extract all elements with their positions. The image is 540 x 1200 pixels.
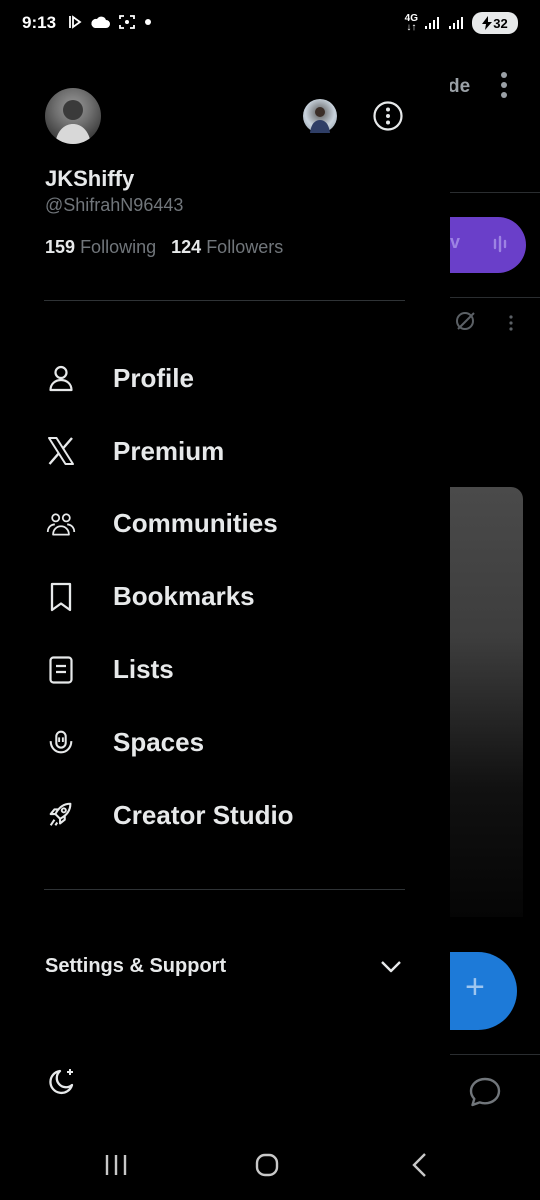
navigation-drawer: JKShiffy @ShifrahN96443 159 Following 12… bbox=[0, 52, 450, 1132]
follow-stats: 159 Following 124 Followers bbox=[45, 237, 283, 258]
list-icon bbox=[46, 655, 76, 685]
background-divider bbox=[448, 192, 540, 193]
menu-label: Communities bbox=[113, 508, 278, 539]
background-spaces-pill[interactable]: v bbox=[448, 217, 526, 273]
status-system-icons: 4G ↓↑ 32 bbox=[405, 12, 518, 34]
signal-icon-2 bbox=[448, 16, 466, 30]
battery-indicator: 32 bbox=[472, 12, 518, 34]
battery-level: 32 bbox=[493, 15, 508, 31]
display-mode-button[interactable] bbox=[46, 1066, 78, 1098]
user-handle[interactable]: @ShifrahN96443 bbox=[45, 195, 183, 216]
menu-item-premium[interactable]: Premium bbox=[0, 415, 450, 488]
charging-bolt-icon bbox=[482, 16, 493, 30]
plus-icon: + bbox=[465, 968, 485, 1006]
background-post-media[interactable] bbox=[448, 487, 523, 917]
communities-icon bbox=[46, 509, 76, 539]
background-timeline[interactable]: de v + bbox=[448, 52, 540, 1132]
recent-apps-icon bbox=[105, 1155, 127, 1175]
menu-label: Lists bbox=[113, 654, 174, 685]
moon-sparkle-icon bbox=[49, 1069, 74, 1095]
status-bar: 9:13 4G ↓↑ 32 bbox=[0, 0, 540, 52]
background-more-icon[interactable] bbox=[500, 70, 508, 100]
followers-link[interactable]: 124 Followers bbox=[171, 237, 283, 257]
menu-label: Profile bbox=[113, 362, 194, 393]
menu-item-lists[interactable]: Lists bbox=[0, 633, 450, 706]
post-more-icon[interactable] bbox=[508, 315, 514, 331]
status-time: 9:13 bbox=[22, 13, 57, 32]
bookmark-icon bbox=[46, 582, 76, 612]
compose-button[interactable]: + bbox=[448, 952, 517, 1030]
person-icon bbox=[46, 363, 76, 393]
divider bbox=[44, 300, 405, 301]
media-player-icon bbox=[66, 14, 82, 30]
following-count: 159 bbox=[45, 237, 76, 257]
display-name[interactable]: JKShiffy bbox=[45, 166, 134, 192]
followers-label: Followers bbox=[206, 237, 284, 257]
menu-item-communities[interactable]: Communities bbox=[0, 488, 450, 561]
menu-label: Spaces bbox=[113, 726, 205, 757]
settings-support-toggle[interactable]: Settings & Support bbox=[0, 947, 450, 989]
chevron-down-icon bbox=[378, 953, 404, 979]
menu-item-spaces[interactable]: Spaces bbox=[0, 706, 450, 779]
cloud-icon bbox=[90, 15, 110, 29]
dot-icon bbox=[144, 18, 152, 26]
more-options-icon bbox=[373, 101, 403, 131]
menu-item-bookmarks[interactable]: Bookmarks bbox=[0, 560, 450, 633]
drawer-menu: Profile Premium Communities Bookmarks Li… bbox=[0, 342, 450, 852]
menu-label: Creator Studio bbox=[113, 799, 294, 830]
background-title-fragment: de bbox=[448, 76, 471, 97]
more-options-button[interactable] bbox=[372, 100, 404, 132]
recent-apps-button[interactable] bbox=[104, 1152, 128, 1178]
avatar[interactable] bbox=[45, 88, 101, 144]
home-icon bbox=[255, 1153, 279, 1177]
spaces-microphone-icon bbox=[46, 727, 76, 757]
following-link[interactable]: 159 Following bbox=[45, 237, 156, 257]
network-type: 4G ↓↑ bbox=[404, 13, 418, 33]
followers-count: 124 bbox=[171, 237, 202, 257]
menu-label: Bookmarks bbox=[113, 581, 255, 612]
grok-icon[interactable] bbox=[454, 310, 476, 332]
divider bbox=[44, 889, 405, 890]
home-button[interactable] bbox=[254, 1152, 280, 1178]
screenshot-icon bbox=[118, 14, 136, 30]
background-divider bbox=[448, 1054, 540, 1055]
menu-label: Premium bbox=[113, 435, 225, 466]
menu-item-creator-studio[interactable]: Creator Studio bbox=[0, 779, 450, 852]
audio-bars-icon bbox=[492, 235, 510, 253]
switch-account-avatar[interactable] bbox=[303, 99, 337, 133]
following-label: Following bbox=[80, 237, 157, 257]
system-navigation-bar bbox=[0, 1132, 540, 1200]
signal-icon bbox=[424, 16, 442, 30]
x-logo-icon bbox=[46, 436, 76, 466]
settings-support-label: Settings & Support bbox=[45, 955, 227, 977]
back-button[interactable] bbox=[408, 1152, 432, 1178]
back-icon bbox=[412, 1153, 426, 1177]
status-notification-icons bbox=[66, 14, 152, 30]
background-divider bbox=[448, 297, 540, 298]
menu-item-profile[interactable]: Profile bbox=[0, 342, 450, 415]
rocket-icon bbox=[46, 800, 76, 830]
messages-icon[interactable] bbox=[468, 1076, 502, 1108]
